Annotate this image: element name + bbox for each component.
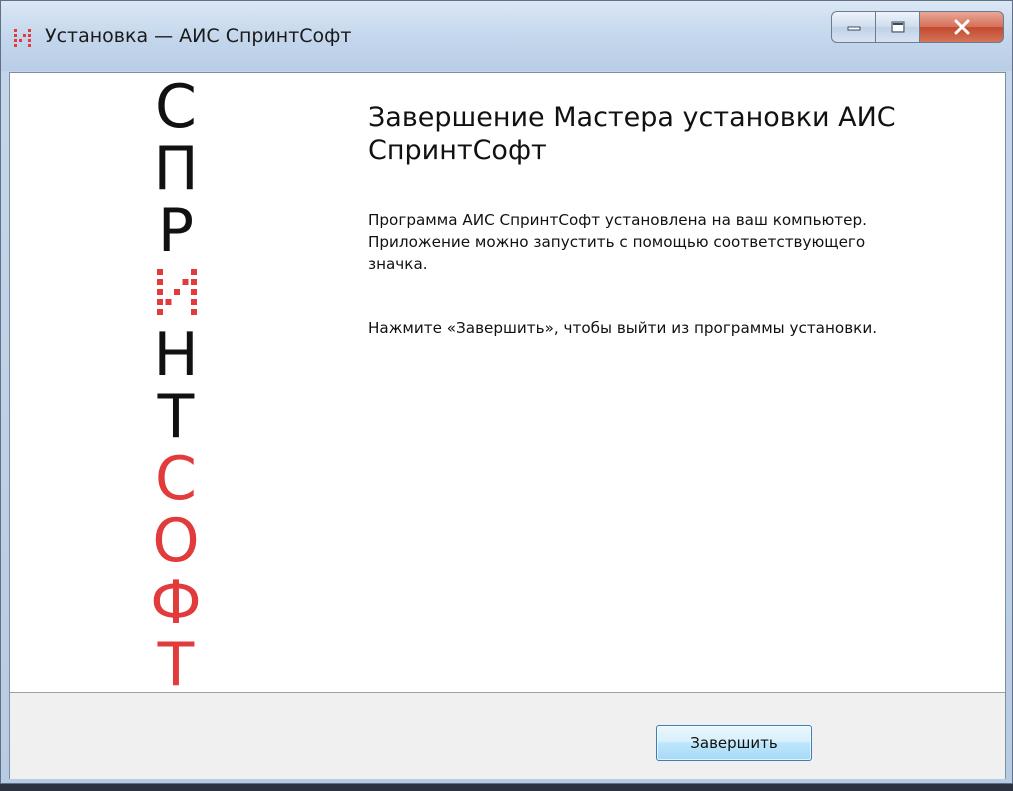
- button-panel: Завершить: [10, 692, 1005, 779]
- maximize-button[interactable]: [876, 11, 920, 43]
- logo-letter-dotted: [157, 269, 197, 315]
- logo-letter: Т: [157, 630, 195, 700]
- logo-letter: Н: [153, 320, 199, 390]
- installer-window: Установка — АИС СпринтСофт С П Р Н Т С О…: [0, 0, 1013, 784]
- finish-button-label: Завершить: [690, 734, 778, 752]
- description-paragraph: Программа АИС СпринтСофт установлена на …: [368, 211, 867, 273]
- sprintsoft-logo: СПРНТСОФТ: [10, 72, 330, 695]
- logo-letter: С: [155, 72, 197, 142]
- instruction-paragraph: Нажмите «Завершить», чтобы выйти из прог…: [368, 319, 878, 337]
- wizard-page: СПРНТСОФТ Завершение Мастера установки А…: [9, 72, 1006, 779]
- logo-letter: Р: [157, 196, 195, 266]
- page-title: Завершение Мастера установки АИС СпринтС…: [368, 102, 896, 166]
- window-title: Установка — АИС СпринтСофт: [45, 25, 352, 47]
- maximize-icon: [891, 21, 904, 33]
- app-icon: [14, 29, 31, 47]
- close-icon: [954, 19, 969, 35]
- finish-button[interactable]: Завершить: [656, 725, 812, 761]
- logo-letter: О: [152, 506, 200, 576]
- logo-letter: С: [155, 444, 197, 514]
- close-button[interactable]: [920, 11, 1004, 43]
- minimize-icon: [847, 26, 860, 31]
- caption-buttons: [831, 11, 1004, 45]
- logo-letter: П: [153, 134, 199, 204]
- minimize-button[interactable]: [831, 11, 876, 43]
- title-bar[interactable]: Установка — АИС СпринтСофт: [1, 1, 1012, 71]
- logo-letter: Ф: [150, 568, 202, 638]
- logo-letter: Т: [157, 382, 195, 452]
